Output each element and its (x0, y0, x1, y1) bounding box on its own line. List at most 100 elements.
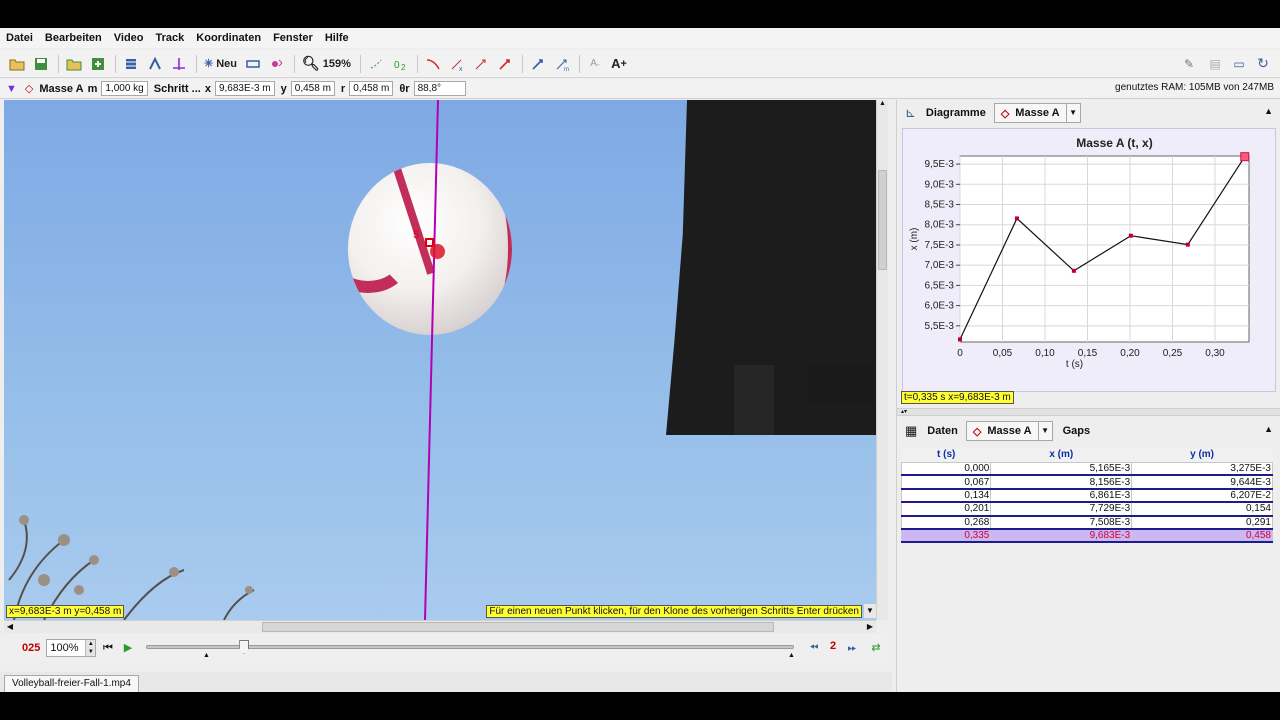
step-back-icon[interactable]: ⏪︎ (806, 640, 822, 656)
column-header-t[interactable]: t (s) (901, 448, 991, 462)
menu-datei[interactable]: Datei (6, 32, 33, 44)
hint-dropdown-icon[interactable]: ▼ (864, 604, 876, 618)
table-cell[interactable]: 3,275E-3 (1131, 461, 1273, 477)
menu-fenster[interactable]: Fenster (273, 32, 313, 44)
vector-tip-icon[interactable] (527, 54, 549, 74)
table-row[interactable]: 0,201 7,729E-3 0,154 (900, 501, 1273, 517)
collapse-icon[interactable]: ▲ (1264, 424, 1273, 434)
labels-icon[interactable]: 02 (389, 54, 411, 74)
notes-icon[interactable]: ▤ (1204, 54, 1226, 74)
data-track-selector[interactable]: ◇ Masse A ▼ (965, 421, 1053, 441)
y-field[interactable]: 0,458 m (290, 81, 335, 96)
chart-svg[interactable]: Masse A (t, x) 0 0,05 0,10 0,15 0,20 0,25 0,30 5… (903, 129, 1277, 393)
gaps-button[interactable]: Gaps (1063, 425, 1091, 437)
table-cell[interactable]: 9,644E-3 (1131, 474, 1273, 490)
chart-track-selector[interactable]: ◇ Masse A ▼ (993, 103, 1081, 123)
menu-koordinaten[interactable]: Koordinaten (196, 32, 261, 44)
frame-number[interactable]: 025 (22, 642, 40, 654)
table-row[interactable]: 0,268 7,508E-3 0,291 (900, 515, 1273, 530)
reset-icon[interactable]: ⏮ (100, 640, 116, 656)
table-cell[interactable]: 0,000 (900, 461, 992, 477)
acceleration-vector-icon[interactable] (494, 54, 516, 74)
table-cell[interactable]: 0,291 (1131, 515, 1273, 530)
trails-icon[interactable] (365, 54, 387, 74)
x-field[interactable]: 9,683E-3 m (214, 81, 275, 96)
rate-spinner-icon[interactable]: ▲ ▼ (85, 640, 96, 656)
scroll-thumb[interactable] (878, 170, 887, 270)
video-view[interactable]: 5 x=9,683E-3 m y=0,458 m Für einen neuen… (4, 100, 876, 620)
clip-settings-icon[interactable] (120, 54, 142, 74)
play-icon[interactable]: ▶ (120, 640, 136, 656)
velocity-vector-icon[interactable] (470, 54, 492, 74)
step-label[interactable]: Schritt ... (154, 83, 201, 95)
table-cell[interactable]: 9,683E-3 (990, 528, 1133, 544)
video-vertical-scrollbar[interactable]: ▲ (876, 100, 888, 620)
menu-track[interactable]: Track (156, 32, 185, 44)
column-header-x[interactable]: x (m) (990, 448, 1132, 462)
table-cell[interactable]: 5,165E-3 (990, 461, 1133, 477)
theta-field[interactable]: 88,8° (413, 81, 466, 96)
table-row[interactable]: 0,134 6,861E-3 6,207E-2 (900, 488, 1273, 504)
save-icon[interactable] (30, 54, 52, 74)
table-cell[interactable]: 6,207E-2 (1131, 488, 1273, 504)
refresh-icon[interactable]: ↻ (1252, 54, 1274, 74)
table-cell[interactable]: 0,067 (900, 474, 992, 490)
step-forward-icon[interactable]: ⏩︎ (844, 640, 860, 656)
frame-slider[interactable] (146, 640, 794, 654)
open-folder-icon[interactable] (6, 54, 28, 74)
table-cell[interactable]: 0,201 (900, 501, 992, 517)
table-cell[interactable]: 0,335 (900, 528, 992, 544)
r-field[interactable]: 0,458 m (349, 81, 394, 96)
menu-bearbeiten[interactable]: Bearbeiten (45, 32, 102, 44)
scroll-up-icon[interactable]: ▲ (877, 100, 888, 107)
dropdown-arrow-icon[interactable]: ▼ (1037, 422, 1052, 440)
menu-video[interactable]: Video (114, 32, 144, 44)
export-icon[interactable] (87, 54, 109, 74)
track-menu-icon[interactable]: ▼ (6, 83, 17, 95)
table-cell[interactable]: 7,508E-3 (990, 515, 1133, 530)
chart-panel-title[interactable]: Diagramme (926, 107, 986, 119)
axes-icon[interactable] (168, 54, 190, 74)
path-icon[interactable] (422, 54, 444, 74)
momentum-icon[interactable]: m (551, 54, 573, 74)
loop-icon[interactable]: ⇄ (868, 640, 884, 656)
new-track-button[interactable]: ✳ Neu (201, 54, 240, 74)
font-smaller-icon[interactable]: A- (584, 54, 606, 74)
selected-point-marker[interactable] (430, 244, 445, 259)
column-header-y[interactable]: y (m) (1131, 448, 1273, 462)
step-size[interactable]: 2 (830, 640, 836, 652)
font-larger-icon[interactable]: A + (608, 54, 630, 74)
table-row[interactable]: 0,067 8,156E-3 9,644E-3 (900, 474, 1273, 490)
pencil-icon[interactable]: ✎ (1178, 54, 1200, 74)
playback-rate[interactable]: 100% ▲ ▼ (46, 639, 97, 657)
collapse-icon[interactable]: ▲ (1264, 106, 1273, 116)
start-marker-icon[interactable]: ▲ (203, 652, 210, 659)
clipboard-icon[interactable]: ▭ (1228, 54, 1250, 74)
panel-divider[interactable]: ▴▾ (897, 408, 1280, 416)
track-name[interactable]: Masse A (39, 83, 83, 95)
end-marker-icon[interactable]: ▲ (788, 652, 795, 659)
open-video-icon[interactable] (63, 54, 85, 74)
zoom-button[interactable]: 🔍︎ 159% (299, 54, 354, 74)
table-cell[interactable]: 6,861E-3 (990, 488, 1133, 504)
scroll-thumb[interactable] (262, 622, 774, 632)
position-vector-icon[interactable]: x (446, 54, 468, 74)
mass-field[interactable]: 1,000 kg (101, 81, 148, 96)
dropdown-arrow-icon[interactable]: ▼ (1065, 104, 1080, 122)
table-cell[interactable]: 0,134 (900, 488, 992, 504)
chart-area[interactable]: Masse A (t, x) 0 0,05 0,10 0,15 0,20 0,25 0,30 5… (902, 128, 1276, 392)
table-cell[interactable]: 0,154 (1131, 501, 1273, 517)
scroll-right-icon[interactable]: ▶ (864, 621, 876, 633)
slider-knob[interactable] (239, 640, 250, 654)
scroll-left-icon[interactable]: ◀ (4, 621, 16, 633)
file-tab[interactable]: Volleyball-freier-Fall-1.mp4 (4, 675, 139, 692)
calibration-tools-icon[interactable] (144, 54, 166, 74)
table-cell[interactable]: 0,458 (1131, 528, 1273, 544)
table-cell[interactable]: 7,729E-3 (990, 501, 1133, 517)
data-panel-title[interactable]: Daten (927, 425, 958, 437)
table-row[interactable]: 0,000 5,165E-3 3,275E-3 (900, 461, 1273, 477)
table-row-selected[interactable]: 0,335 9,683E-3 0,458 (900, 528, 1273, 544)
track-control-icon[interactable] (242, 54, 264, 74)
table-cell[interactable]: 0,268 (900, 515, 992, 530)
table-cell[interactable]: 8,156E-3 (990, 474, 1133, 490)
